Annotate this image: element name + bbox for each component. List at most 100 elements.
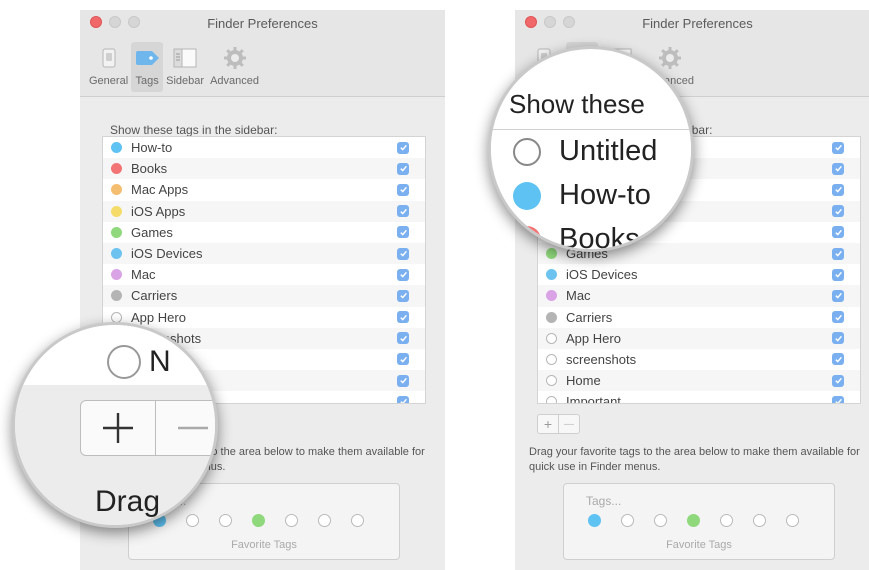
favorite-tag-icon[interactable] [654, 514, 667, 527]
favorite-tag-icon[interactable] [786, 514, 799, 527]
tag-name: Mac [566, 288, 591, 304]
show-in-sidebar-checkbox[interactable] [397, 353, 409, 366]
show-in-sidebar-checkbox[interactable] [832, 247, 844, 260]
show-in-sidebar-checkbox[interactable] [397, 289, 409, 302]
tag-row[interactable]: How-to [103, 137, 425, 158]
favorite-tag-icon[interactable] [588, 514, 601, 527]
tag-row[interactable]: Books [103, 158, 425, 180]
favorite-tag-icon[interactable] [318, 514, 331, 527]
show-in-sidebar-checkbox[interactable] [397, 205, 409, 218]
tag-color-dot-icon [111, 205, 122, 217]
tag-row[interactable]: Carriers [103, 285, 425, 307]
favorite-tag-dots [588, 514, 799, 527]
show-in-sidebar-checkbox[interactable] [397, 268, 409, 281]
toolbar-label: Advanced [210, 75, 259, 87]
tag-name: Important [566, 394, 621, 404]
tag-color-dot-icon [513, 225, 541, 249]
tag-name: App Hero [131, 309, 186, 325]
tag-row[interactable]: App Hero [538, 327, 860, 349]
show-in-sidebar-checkbox[interactable] [397, 226, 409, 239]
magnified-tag-row: Books [513, 223, 640, 249]
show-in-sidebar-checkbox[interactable] [832, 374, 844, 387]
show-in-sidebar-checkbox[interactable] [397, 395, 409, 403]
tag-name: screenshots [566, 351, 637, 367]
toolbar-label: General [89, 75, 129, 87]
remove-tag-button[interactable]: — [558, 415, 579, 433]
tag-row[interactable]: Carriers [538, 307, 860, 328]
window-title: Finder Preferences [207, 16, 318, 31]
show-in-sidebar-checkbox[interactable] [397, 332, 409, 345]
show-in-sidebar-checkbox[interactable] [397, 183, 409, 196]
tags-section-label: Show these tags in the sidebar: [110, 123, 278, 137]
tag-color-dot-icon [111, 226, 122, 238]
show-in-sidebar-checkbox[interactable] [832, 353, 844, 366]
gear-icon [657, 47, 683, 69]
show-in-sidebar-checkbox[interactable] [832, 395, 844, 403]
tag-row[interactable]: Mac [103, 264, 425, 285]
add-tag-button[interactable]: + [538, 415, 558, 433]
show-in-sidebar-checkbox[interactable] [832, 289, 844, 302]
show-in-sidebar-checkbox[interactable] [397, 247, 409, 260]
favorite-tags-label: Favorite Tags [666, 539, 732, 551]
favorite-tag-icon[interactable] [219, 514, 232, 527]
tag-row[interactable]: iOS Apps [103, 200, 425, 222]
tag-color-dot-icon [111, 248, 122, 260]
tag-color-dot-icon [546, 353, 557, 365]
toolbar-label: Sidebar [166, 75, 205, 87]
show-in-sidebar-checkbox[interactable] [397, 162, 409, 175]
tag-color-dot-icon [111, 269, 122, 281]
show-in-sidebar-checkbox[interactable] [397, 374, 409, 387]
tag-row[interactable]: iOS Devices [103, 242, 425, 265]
add-tag-button[interactable] [81, 401, 155, 455]
show-in-sidebar-checkbox[interactable] [832, 311, 844, 324]
tag-name: Carriers [131, 288, 178, 304]
tag-color-dot-icon [111, 290, 122, 302]
tag-row[interactable]: Games [103, 222, 425, 243]
favorite-tag-icon[interactable] [687, 514, 700, 527]
add-remove-buttons: +— [537, 414, 580, 434]
tag-name: App Hero [566, 330, 621, 346]
show-in-sidebar-checkbox[interactable] [397, 141, 409, 154]
toolbar-tags[interactable]: Tags [131, 42, 164, 92]
tag-color-dot-icon [546, 396, 557, 403]
tag-row[interactable]: screenshots [538, 349, 860, 370]
tag-color-dot-icon [546, 311, 557, 323]
show-in-sidebar-checkbox[interactable] [397, 311, 409, 324]
favorite-tags-area[interactable]: Tags... Favorite Tags [563, 483, 835, 560]
show-in-sidebar-checkbox[interactable] [832, 268, 844, 281]
favorite-tag-icon[interactable] [621, 514, 634, 527]
show-in-sidebar-checkbox[interactable] [832, 183, 844, 196]
show-in-sidebar-checkbox[interactable] [832, 141, 844, 154]
favorite-tag-icon[interactable] [285, 514, 298, 527]
preferences-toolbar: General Tags Sidebar Advanced [86, 42, 262, 92]
tag-row[interactable]: Home [538, 370, 860, 392]
favorite-tag-icon[interactable] [720, 514, 733, 527]
show-in-sidebar-checkbox[interactable] [832, 226, 844, 239]
toolbar-general[interactable]: General [86, 42, 131, 92]
tag-name: Home [566, 373, 601, 389]
tag-color-dot-icon [546, 290, 557, 302]
show-in-sidebar-checkbox[interactable] [832, 332, 844, 345]
favorite-tag-icon[interactable] [351, 514, 364, 527]
tag-row[interactable]: iOS Devices [538, 264, 860, 285]
toolbar-advanced[interactable]: Advanced [207, 42, 262, 92]
toolbar-sidebar[interactable]: Sidebar [163, 42, 207, 92]
tag-row[interactable]: Important [538, 391, 860, 404]
tag-empty-circle-icon [107, 345, 141, 379]
tag-row[interactable]: Mac Apps [103, 179, 425, 200]
add-remove-control [80, 400, 216, 456]
remove-tag-button[interactable] [154, 401, 216, 455]
favorite-tag-icon[interactable] [252, 514, 265, 527]
tag-name: How-to [131, 140, 173, 156]
magnified-tag-row: How-to [513, 179, 651, 212]
tag-row[interactable]: Mac [538, 285, 860, 307]
favorite-tag-icon[interactable] [753, 514, 766, 527]
show-in-sidebar-checkbox[interactable] [832, 162, 844, 175]
partial-tag-name: N [149, 345, 171, 378]
tag-icon [134, 47, 160, 69]
show-in-sidebar-checkbox[interactable] [832, 205, 844, 218]
plus-icon [102, 413, 133, 443]
magnifier-add-remove-buttons: N Drag [12, 322, 218, 528]
drag-instructions: Drag your favorite tags to the area belo… [529, 446, 860, 473]
tag-color-dot-icon [111, 184, 122, 196]
